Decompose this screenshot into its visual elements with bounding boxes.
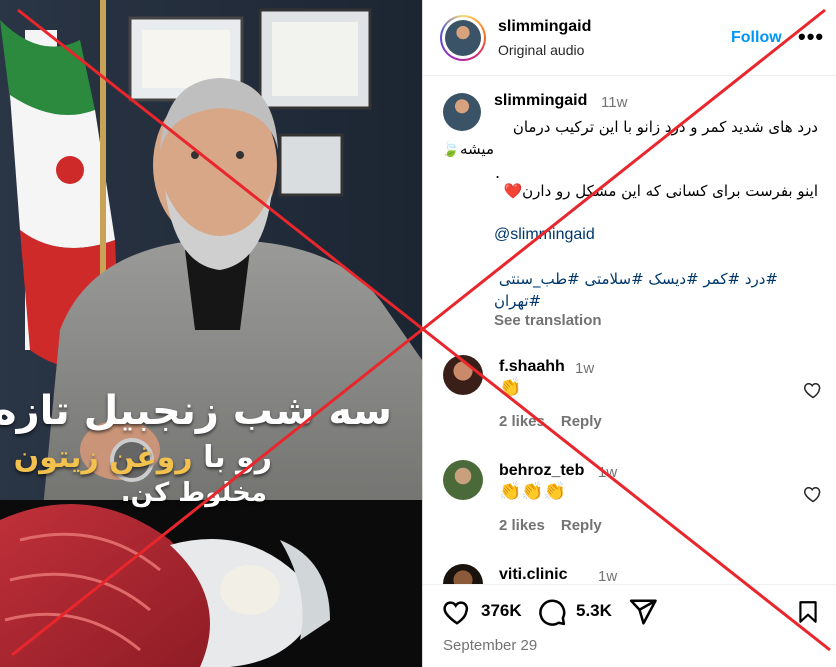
post-actions-bar: 376K 5.3K September 29 xyxy=(423,584,836,667)
post-date[interactable]: September 29 xyxy=(443,637,537,654)
caption-age: 11w xyxy=(601,94,628,111)
comment-avatar[interactable] xyxy=(443,460,483,500)
caption-avatar[interactable] xyxy=(443,93,481,131)
more-options-icon[interactable]: ••• xyxy=(798,24,824,50)
caption-line3: . xyxy=(495,163,501,182)
caption-hashtags-line2[interactable]: #تهران xyxy=(494,292,541,310)
video-caption-line3: مخلوط کن. xyxy=(120,478,267,508)
comment-age: 1w xyxy=(575,360,595,377)
comment-likes[interactable]: 2 likes xyxy=(499,413,545,430)
post-header: slimmingaid Original audio Follow ••• xyxy=(423,0,836,76)
video-caption-line2-b: روغن زیتون xyxy=(13,440,193,475)
comment-username[interactable]: f.shaahh xyxy=(499,358,565,376)
comment-reply-button[interactable]: Reply xyxy=(561,413,602,430)
caption-hashtags-line1[interactable]: #درد #کمر #دیسک #سلامتی #طب_سنتی xyxy=(499,270,778,288)
caption-line1: درد های شدید کمر و درد زانو با این ترکیب… xyxy=(512,118,818,136)
share-paper-plane-icon[interactable] xyxy=(627,597,659,627)
video-caption-line1: سه شب زنجبیل تازه xyxy=(0,388,392,434)
post-side-panel: slimmingaid Original audio Follow ••• sl… xyxy=(422,0,836,667)
comment-reply-button[interactable]: Reply xyxy=(561,517,602,534)
header-username[interactable]: slimmingaid xyxy=(498,18,591,36)
like-count[interactable]: 376K xyxy=(481,601,522,621)
comment-text: 👏👏👏 xyxy=(499,481,567,501)
video-scene xyxy=(0,0,422,667)
avatar[interactable] xyxy=(440,15,486,61)
post-view: سه شب زنجبیل تازه رو با روغن زیتون مخلوط… xyxy=(0,0,836,667)
comment-likes[interactable]: 2 likes xyxy=(499,517,545,534)
see-translation-link[interactable]: See translation xyxy=(494,312,602,329)
like-heart-icon[interactable] xyxy=(441,597,473,627)
comment-meta: 2 likes Reply xyxy=(499,517,618,534)
comment-age: 1w xyxy=(598,568,618,585)
video-frame[interactable]: سه شب زنجبیل تازه رو با روغن زیتون مخلوط… xyxy=(0,0,422,667)
comment-like-icon[interactable] xyxy=(803,484,823,504)
audio-label[interactable]: Original audio xyxy=(498,42,584,58)
comment-avatar[interactable] xyxy=(443,355,483,395)
caption-line2: میشه🍃 xyxy=(441,140,494,158)
caption-mention-link[interactable]: @slimmingaid xyxy=(494,226,595,244)
caption-username[interactable]: slimmingaid xyxy=(494,92,587,110)
comment-age: 1w xyxy=(598,464,618,481)
follow-button[interactable]: Follow xyxy=(731,29,782,47)
comment-bubble-icon[interactable] xyxy=(537,597,567,627)
comment-count[interactable]: 5.3K xyxy=(576,601,612,621)
comment-meta: 2 likes Reply xyxy=(499,413,618,430)
comment-text: 👏 xyxy=(499,377,522,397)
video-caption-line2-a: رو با xyxy=(192,440,272,475)
comment-username[interactable]: viti.clinic xyxy=(499,566,567,584)
comment-like-icon[interactable] xyxy=(803,380,823,400)
save-bookmark-icon[interactable] xyxy=(795,597,821,627)
caption-line4: اینو بفرست برای کسانی که این مشکل رو دار… xyxy=(503,182,818,200)
video-caption-line2: رو با روغن زیتون xyxy=(14,440,272,475)
comment-username[interactable]: behroz_teb xyxy=(499,462,584,480)
